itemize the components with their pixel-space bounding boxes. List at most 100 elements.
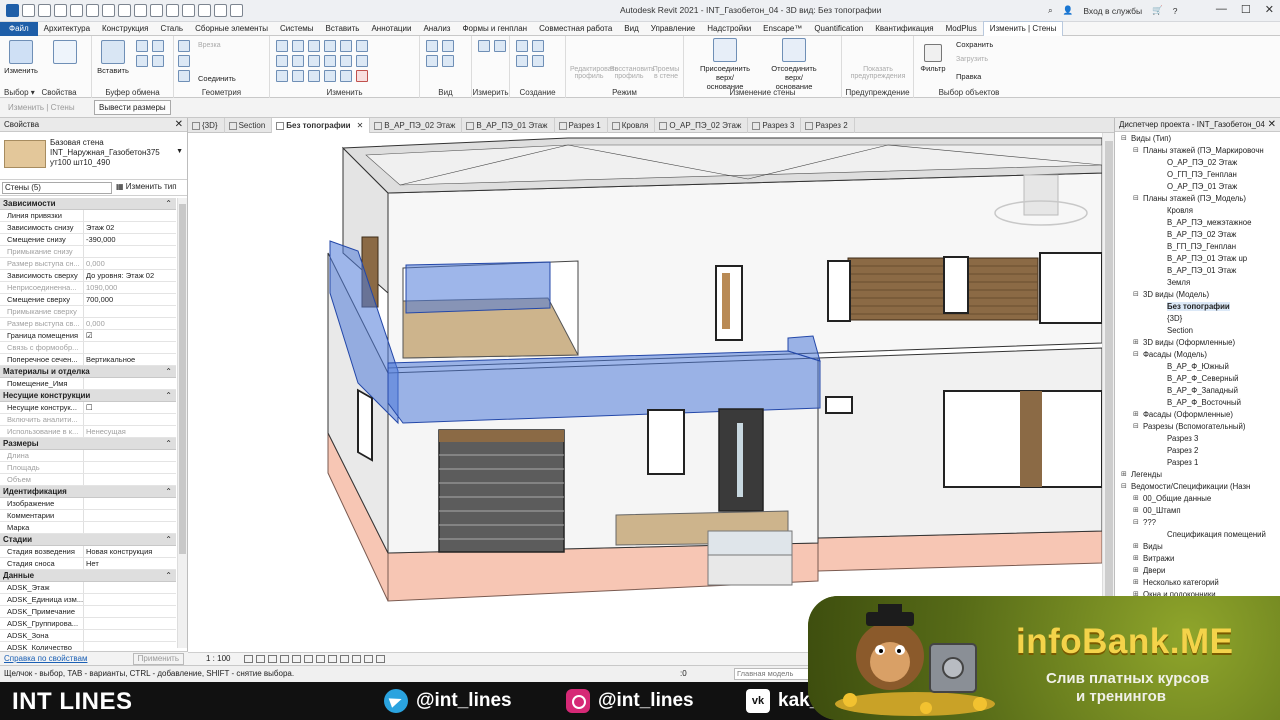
- trim-icon[interactable]: [292, 55, 304, 67]
- mirror-axis-icon[interactable]: [308, 40, 320, 52]
- measure-icon[interactable]: [118, 4, 131, 17]
- dimension-icon[interactable]: [134, 4, 147, 17]
- thin-lines-icon[interactable]: [198, 4, 211, 17]
- rotate-icon[interactable]: [276, 55, 288, 67]
- property-value[interactable]: [84, 522, 176, 533]
- collapse-icon[interactable]: ⌃: [165, 390, 172, 402]
- property-value[interactable]: [84, 210, 176, 221]
- filter-button[interactable]: Фильтр: [916, 40, 950, 73]
- minimize-icon[interactable]: —: [1216, 3, 1227, 16]
- load-selection-button[interactable]: Загрузить: [956, 56, 988, 63]
- hide-icon[interactable]: [442, 40, 454, 52]
- property-value[interactable]: [84, 606, 176, 617]
- property-value[interactable]: Нет: [84, 558, 176, 569]
- create-similar-icon[interactable]: [532, 55, 544, 67]
- edit-profile-button[interactable]: Редактировать профиль: [570, 66, 618, 80]
- property-value[interactable]: [84, 510, 176, 521]
- tree-node[interactable]: ⊞ Витражи: [1115, 553, 1280, 565]
- override-graphics-icon[interactable]: [426, 40, 438, 52]
- property-value[interactable]: ☑: [84, 330, 176, 341]
- expand-toggle-icon[interactable]: ⊟: [1133, 349, 1139, 361]
- scroll-thumb[interactable]: [179, 204, 186, 554]
- create-assembly-icon[interactable]: [516, 40, 528, 52]
- property-group[interactable]: Размеры ⌃: [0, 438, 176, 450]
- create-group-icon[interactable]: [516, 55, 528, 67]
- detach-button[interactable]: Отсоединить верх/основание: [768, 38, 820, 91]
- ribbon-tab[interactable]: ModPlus: [940, 22, 983, 36]
- wall-opening-button[interactable]: Проемы в стене: [650, 66, 682, 80]
- view-scale[interactable]: 1 : 100: [206, 654, 230, 663]
- visual-style-icon[interactable]: [256, 655, 265, 663]
- match-type-icon[interactable]: [340, 70, 352, 82]
- view-tab[interactable]: Section: [225, 118, 273, 133]
- linework-icon[interactable]: [426, 55, 438, 67]
- tree-node[interactable]: ⊟ Разрезы (Вспомогательный): [1115, 421, 1280, 433]
- tree-node[interactable]: Спецификация помещений: [1115, 529, 1280, 541]
- property-group[interactable]: Несущие конструкции ⌃: [0, 390, 176, 402]
- user-icon[interactable]: 👤: [1063, 5, 1074, 16]
- pin-icon[interactable]: [356, 55, 368, 67]
- tree-node[interactable]: ⊞ Виды: [1115, 541, 1280, 553]
- tree-node[interactable]: ⊟ Фасады (Модель): [1115, 349, 1280, 361]
- tree-node[interactable]: В_АР_Ф_Северный: [1115, 373, 1280, 385]
- tree-node[interactable]: ⊞ 3D виды (Оформленные): [1115, 337, 1280, 349]
- split-face-icon[interactable]: [178, 55, 190, 67]
- property-value[interactable]: Этаж 02: [84, 222, 176, 233]
- tree-node[interactable]: В_АР_ПЭ_02 Этаж: [1115, 229, 1280, 241]
- tree-node[interactable]: ⊟ Планы этажей (ПЭ_Маркировочн: [1115, 145, 1280, 157]
- property-value[interactable]: [84, 378, 176, 389]
- cart-icon[interactable]: 🛒: [1152, 5, 1163, 16]
- scale-icon[interactable]: [340, 55, 352, 67]
- ribbon-tab[interactable]: Изменить | Стены: [982, 21, 1064, 36]
- properties-button[interactable]: [48, 40, 82, 66]
- mirror-draw-icon[interactable]: [324, 40, 336, 52]
- ribbon-tab[interactable]: Анализ: [417, 22, 456, 36]
- reveal-hidden-icon[interactable]: [352, 655, 361, 663]
- collapse-icon[interactable]: ⌃: [165, 486, 172, 498]
- sun-path-icon[interactable]: [268, 655, 277, 663]
- ribbon-tab[interactable]: Сталь: [154, 22, 189, 36]
- view-tab[interactable]: О_АР_ПЭ_02 Этаж: [655, 118, 749, 133]
- tree-node[interactable]: О_ГП_ПЭ_Генплан: [1115, 169, 1280, 181]
- 3d-viewport[interactable]: [188, 133, 1102, 652]
- ribbon-tab[interactable]: Вставить: [320, 22, 366, 36]
- sync-icon[interactable]: [54, 4, 67, 17]
- property-value[interactable]: ☐: [84, 402, 176, 413]
- tree-node[interactable]: В_АР_ПЭ_01 Этаж: [1115, 265, 1280, 277]
- property-value[interactable]: [84, 630, 176, 641]
- collapse-icon[interactable]: ⌃: [165, 438, 172, 450]
- tree-node[interactable]: ⊞ 00_Общие данные: [1115, 493, 1280, 505]
- expand-toggle-icon[interactable]: ⊟: [1133, 193, 1139, 205]
- tree-node[interactable]: В_АР_Ф_Западный: [1115, 385, 1280, 397]
- view-tab[interactable]: Кровля: [608, 118, 656, 133]
- temp-properties-icon[interactable]: [364, 655, 373, 663]
- switch-windows-icon[interactable]: [230, 4, 243, 17]
- apply-button[interactable]: Применить: [132, 653, 184, 665]
- tree-node[interactable]: Разрез 1: [1115, 457, 1280, 469]
- cope-icon[interactable]: [178, 40, 190, 52]
- undo-icon[interactable]: [70, 4, 83, 17]
- tree-node[interactable]: ⊞ Фасады (Оформленные): [1115, 409, 1280, 421]
- chevron-down-icon[interactable]: ▼: [176, 148, 183, 155]
- align-icon[interactable]: [276, 40, 288, 52]
- tree-node[interactable]: В_АР_Ф_Южный: [1115, 361, 1280, 373]
- type-selector[interactable]: Базовая стена INT_Наружная_Газобетон375 …: [0, 132, 187, 180]
- tree-node[interactable]: Земля: [1115, 277, 1280, 289]
- reset-profile-button[interactable]: Восстановить профиль: [610, 66, 655, 80]
- view-cube[interactable]: [1023, 174, 1059, 216]
- ribbon-tab[interactable]: Управление: [645, 22, 701, 36]
- text-icon[interactable]: [150, 4, 163, 17]
- section-icon[interactable]: [182, 4, 195, 17]
- create-parts-icon[interactable]: [532, 40, 544, 52]
- view-tab[interactable]: Разрез 1: [555, 118, 608, 133]
- expand-toggle-icon[interactable]: ⊞: [1121, 469, 1127, 481]
- property-value[interactable]: [84, 594, 176, 605]
- delete-icon[interactable]: [356, 70, 368, 82]
- view-tab[interactable]: В_АР_ПЭ_01 Этаж: [462, 118, 555, 133]
- expand-toggle-icon[interactable]: ⊞: [1133, 565, 1139, 577]
- view-tab[interactable]: В_АР_ПЭ_02 Этаж: [370, 118, 463, 133]
- tree-node[interactable]: ⊞ Легенды: [1115, 469, 1280, 481]
- save-selection-button[interactable]: Сохранить: [956, 40, 993, 49]
- tree-node[interactable]: В_АР_ПЭ_01 Этаж up: [1115, 253, 1280, 265]
- join-icon[interactable]: [178, 70, 190, 82]
